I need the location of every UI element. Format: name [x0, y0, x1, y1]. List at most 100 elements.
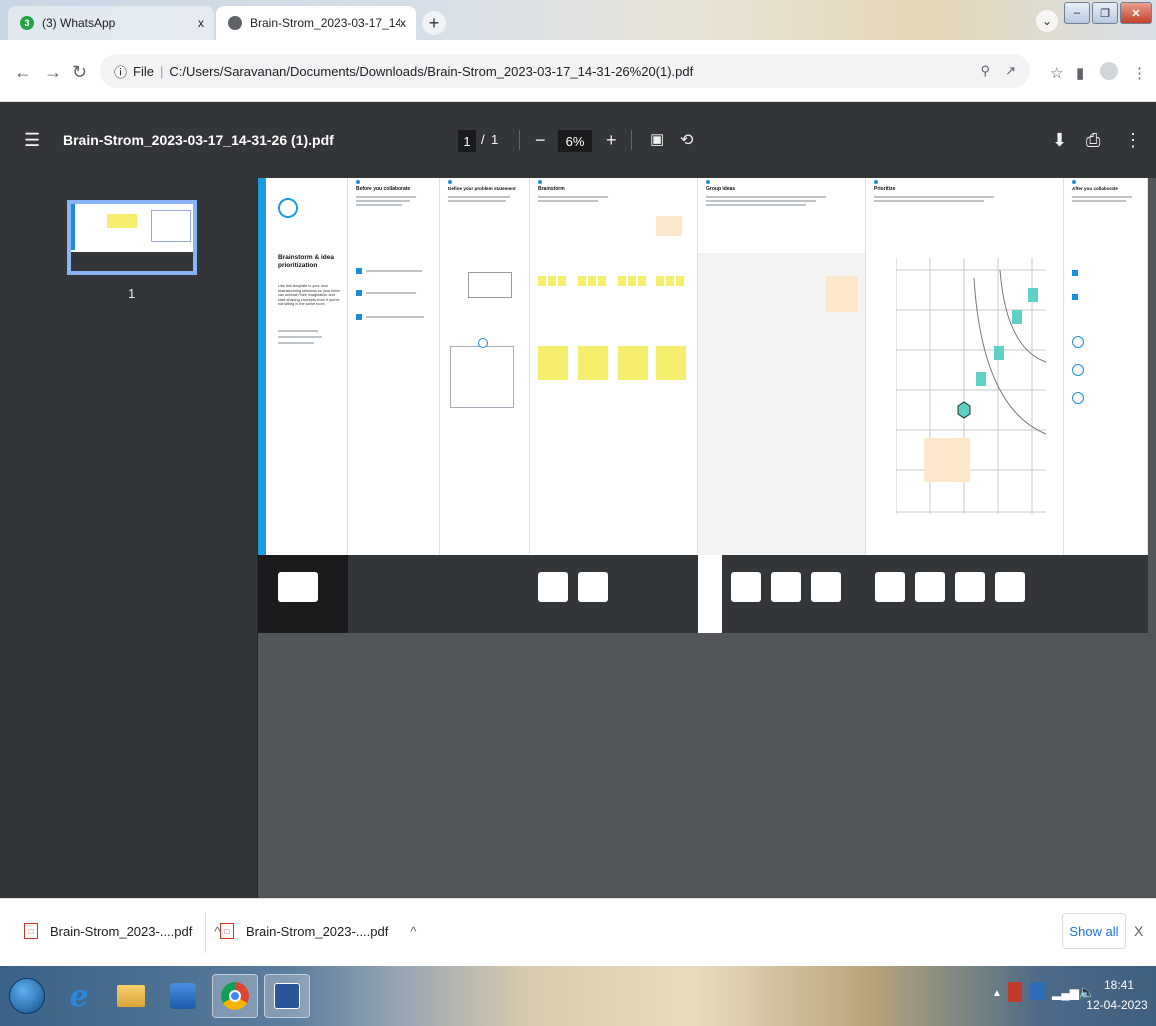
strip-thumbnail [875, 572, 905, 602]
zoom-in-button[interactable]: + [606, 130, 617, 151]
problem-statement-panel: Define your problem statement [440, 178, 530, 555]
tab-whatsapp[interactable]: 3 (3) WhatsApp x [8, 6, 214, 40]
start-button[interactable] [4, 974, 50, 1018]
tab-strip: 3 (3) WhatsApp x Brain-Strom_2023-03-17_… [0, 0, 1156, 40]
brainstorm-panel: Brainstorm [530, 178, 698, 555]
strip-thumbnail [811, 572, 841, 602]
windows-taskbar: e ▲ ▂▄▆ 🔈 18:41 12-04-2023 [0, 966, 1156, 1026]
panel-heading: Define your problem statement [448, 186, 516, 191]
panel-heading: Prioritize [874, 186, 896, 192]
page-thumbnail[interactable] [67, 200, 197, 275]
cover-accent-bar [258, 178, 266, 555]
more-options-icon[interactable]: ⋮ [1124, 130, 1142, 151]
thumbnail-page-number: 1 [128, 286, 136, 301]
prioritize-panel: Prioritize [866, 178, 1064, 555]
cover-title: Brainstorm & idea prioritization [278, 254, 334, 269]
action-center-icon[interactable] [1030, 982, 1046, 1000]
total-pages: 1 [491, 132, 499, 147]
globe-icon [228, 16, 242, 30]
strip-thumbnail [771, 572, 801, 602]
back-arrow-icon[interactable]: ← [14, 62, 32, 83]
cover-panel: Brainstorm & idea prioritization Use thi… [258, 178, 348, 555]
download-divider [205, 913, 206, 953]
tab-title: Brain-Strom_2023-03-17_14-31-2 [250, 16, 400, 30]
minimize-button[interactable]: – [1064, 2, 1090, 24]
tab-brainstorm-pdf[interactable]: Brain-Strom_2023-03-17_14-31-2 x [216, 6, 416, 40]
strip-thumbnail [278, 572, 318, 602]
close-downloads-button[interactable]: X [1134, 923, 1143, 939]
panel-heading: After you collaborate [1072, 186, 1118, 191]
rotate-icon[interactable]: ⟲ [680, 130, 693, 150]
page-separator: / [481, 132, 485, 147]
zoom-input[interactable]: 6% [558, 130, 592, 152]
zoom-icon[interactable]: ⚲ [980, 63, 990, 79]
clock-date[interactable]: 12-04-2023 [1082, 998, 1152, 1012]
forward-arrow-icon[interactable]: → [44, 62, 62, 83]
new-tab-button[interactable]: + [422, 11, 446, 35]
print-icon[interactable]: ⎙ [1086, 130, 1100, 151]
close-tab-icon[interactable]: x [400, 16, 406, 30]
strip-thumbnail [995, 572, 1025, 602]
strip-thumbnail [915, 572, 945, 602]
panel-heading: Before you collaborate [356, 186, 411, 192]
internet-explorer-icon[interactable]: e [56, 974, 102, 1018]
share-icon[interactable]: ↗ [1005, 63, 1016, 79]
strip-gap [698, 555, 722, 633]
scheme-separator: | [159, 63, 164, 79]
download-icon[interactable]: ⬇ [1052, 130, 1067, 151]
panel-heading: Group ideas [706, 186, 736, 192]
before-collaborate-panel: Before you collaborate [348, 178, 440, 555]
prioritization-grid [896, 258, 1047, 514]
zoom-out-button[interactable]: − [535, 130, 546, 151]
scheme-label: File [133, 63, 154, 79]
lightbulb-icon [278, 198, 298, 218]
toolbar-divider [631, 130, 632, 150]
profile-avatar-icon[interactable] [1100, 62, 1118, 80]
group-ideas-panel: Group ideas [698, 178, 866, 555]
page-number-input[interactable]: 1 [458, 130, 476, 152]
file-explorer-icon[interactable] [108, 974, 154, 1018]
pdf-file-icon: □ [24, 923, 38, 939]
close-window-button[interactable]: ✕ [1120, 2, 1152, 24]
network-signal-icon[interactable]: ▂▄▆ [1052, 986, 1079, 1000]
download-options-chevron[interactable]: ^ [410, 924, 416, 939]
download-item[interactable]: □ Brain-Strom_2023-....pdf ^ [24, 923, 220, 939]
chrome-icon[interactable] [212, 974, 258, 1018]
pdf-file-icon: □ [220, 923, 234, 939]
pdf-toolbar: ☰ Brain-Strom_2023-03-17_14-31-26 (1).pd… [0, 102, 1156, 178]
download-filename: Brain-Strom_2023-....pdf [50, 923, 193, 939]
menu-kebab-icon[interactable]: ⋮ [1132, 64, 1147, 82]
close-tab-icon[interactable]: x [198, 16, 204, 30]
cover-description: Use this template in your own brainstorm… [278, 284, 340, 307]
address-field[interactable]: ⓘ File | C:/Users/Saravanan/Documents/Do… [100, 54, 1030, 88]
info-icon[interactable]: ⓘ [114, 62, 127, 81]
thumbnail-sidebar: 1 [0, 178, 258, 898]
hamburger-menu-icon[interactable]: ☰ [24, 130, 40, 151]
maximize-button[interactable]: ❐ [1092, 2, 1118, 24]
show-all-button[interactable]: Show all [1062, 913, 1126, 949]
bookmark-star-icon[interactable]: ☆ [1050, 64, 1063, 82]
toolbar-divider [519, 130, 520, 150]
show-hidden-icons-icon[interactable]: ▲ [992, 988, 1002, 999]
after-collaborate-panel: After you collaborate [1064, 178, 1148, 555]
panel-heading: Brainstorm [538, 186, 565, 192]
pdf-filename: Brain-Strom_2023-03-17_14-31-26 (1).pdf [63, 132, 334, 148]
strip-thumbnail [731, 572, 761, 602]
tab-title: (3) WhatsApp [42, 16, 116, 30]
address-bar-row: ← → ↻ ⓘ File | C:/Users/Saravanan/Docume… [0, 40, 1156, 102]
side-panel-icon[interactable]: ▮ [1076, 64, 1084, 82]
clock-time[interactable]: 18:41 [1094, 978, 1144, 992]
strip-thumbnail [955, 572, 985, 602]
fit-page-icon[interactable]: ▣ [650, 130, 664, 148]
reload-icon[interactable]: ↻ [72, 62, 87, 83]
strip-thumbnail [578, 572, 608, 602]
strip-thumbnail [538, 572, 568, 602]
battery-icon[interactable] [1008, 982, 1022, 1002]
media-player-icon[interactable] [160, 974, 206, 1018]
tab-search-chevron-icon[interactable]: ⌄ [1036, 10, 1058, 32]
download-item[interactable]: □ Brain-Strom_2023-....pdf ^ [220, 923, 416, 939]
word-icon[interactable] [264, 974, 310, 1018]
downloads-bar: □ Brain-Strom_2023-....pdf ^ □ Brain-Str… [0, 898, 1156, 966]
download-filename: Brain-Strom_2023-....pdf [246, 923, 389, 939]
whatsapp-icon: 3 [20, 16, 34, 30]
